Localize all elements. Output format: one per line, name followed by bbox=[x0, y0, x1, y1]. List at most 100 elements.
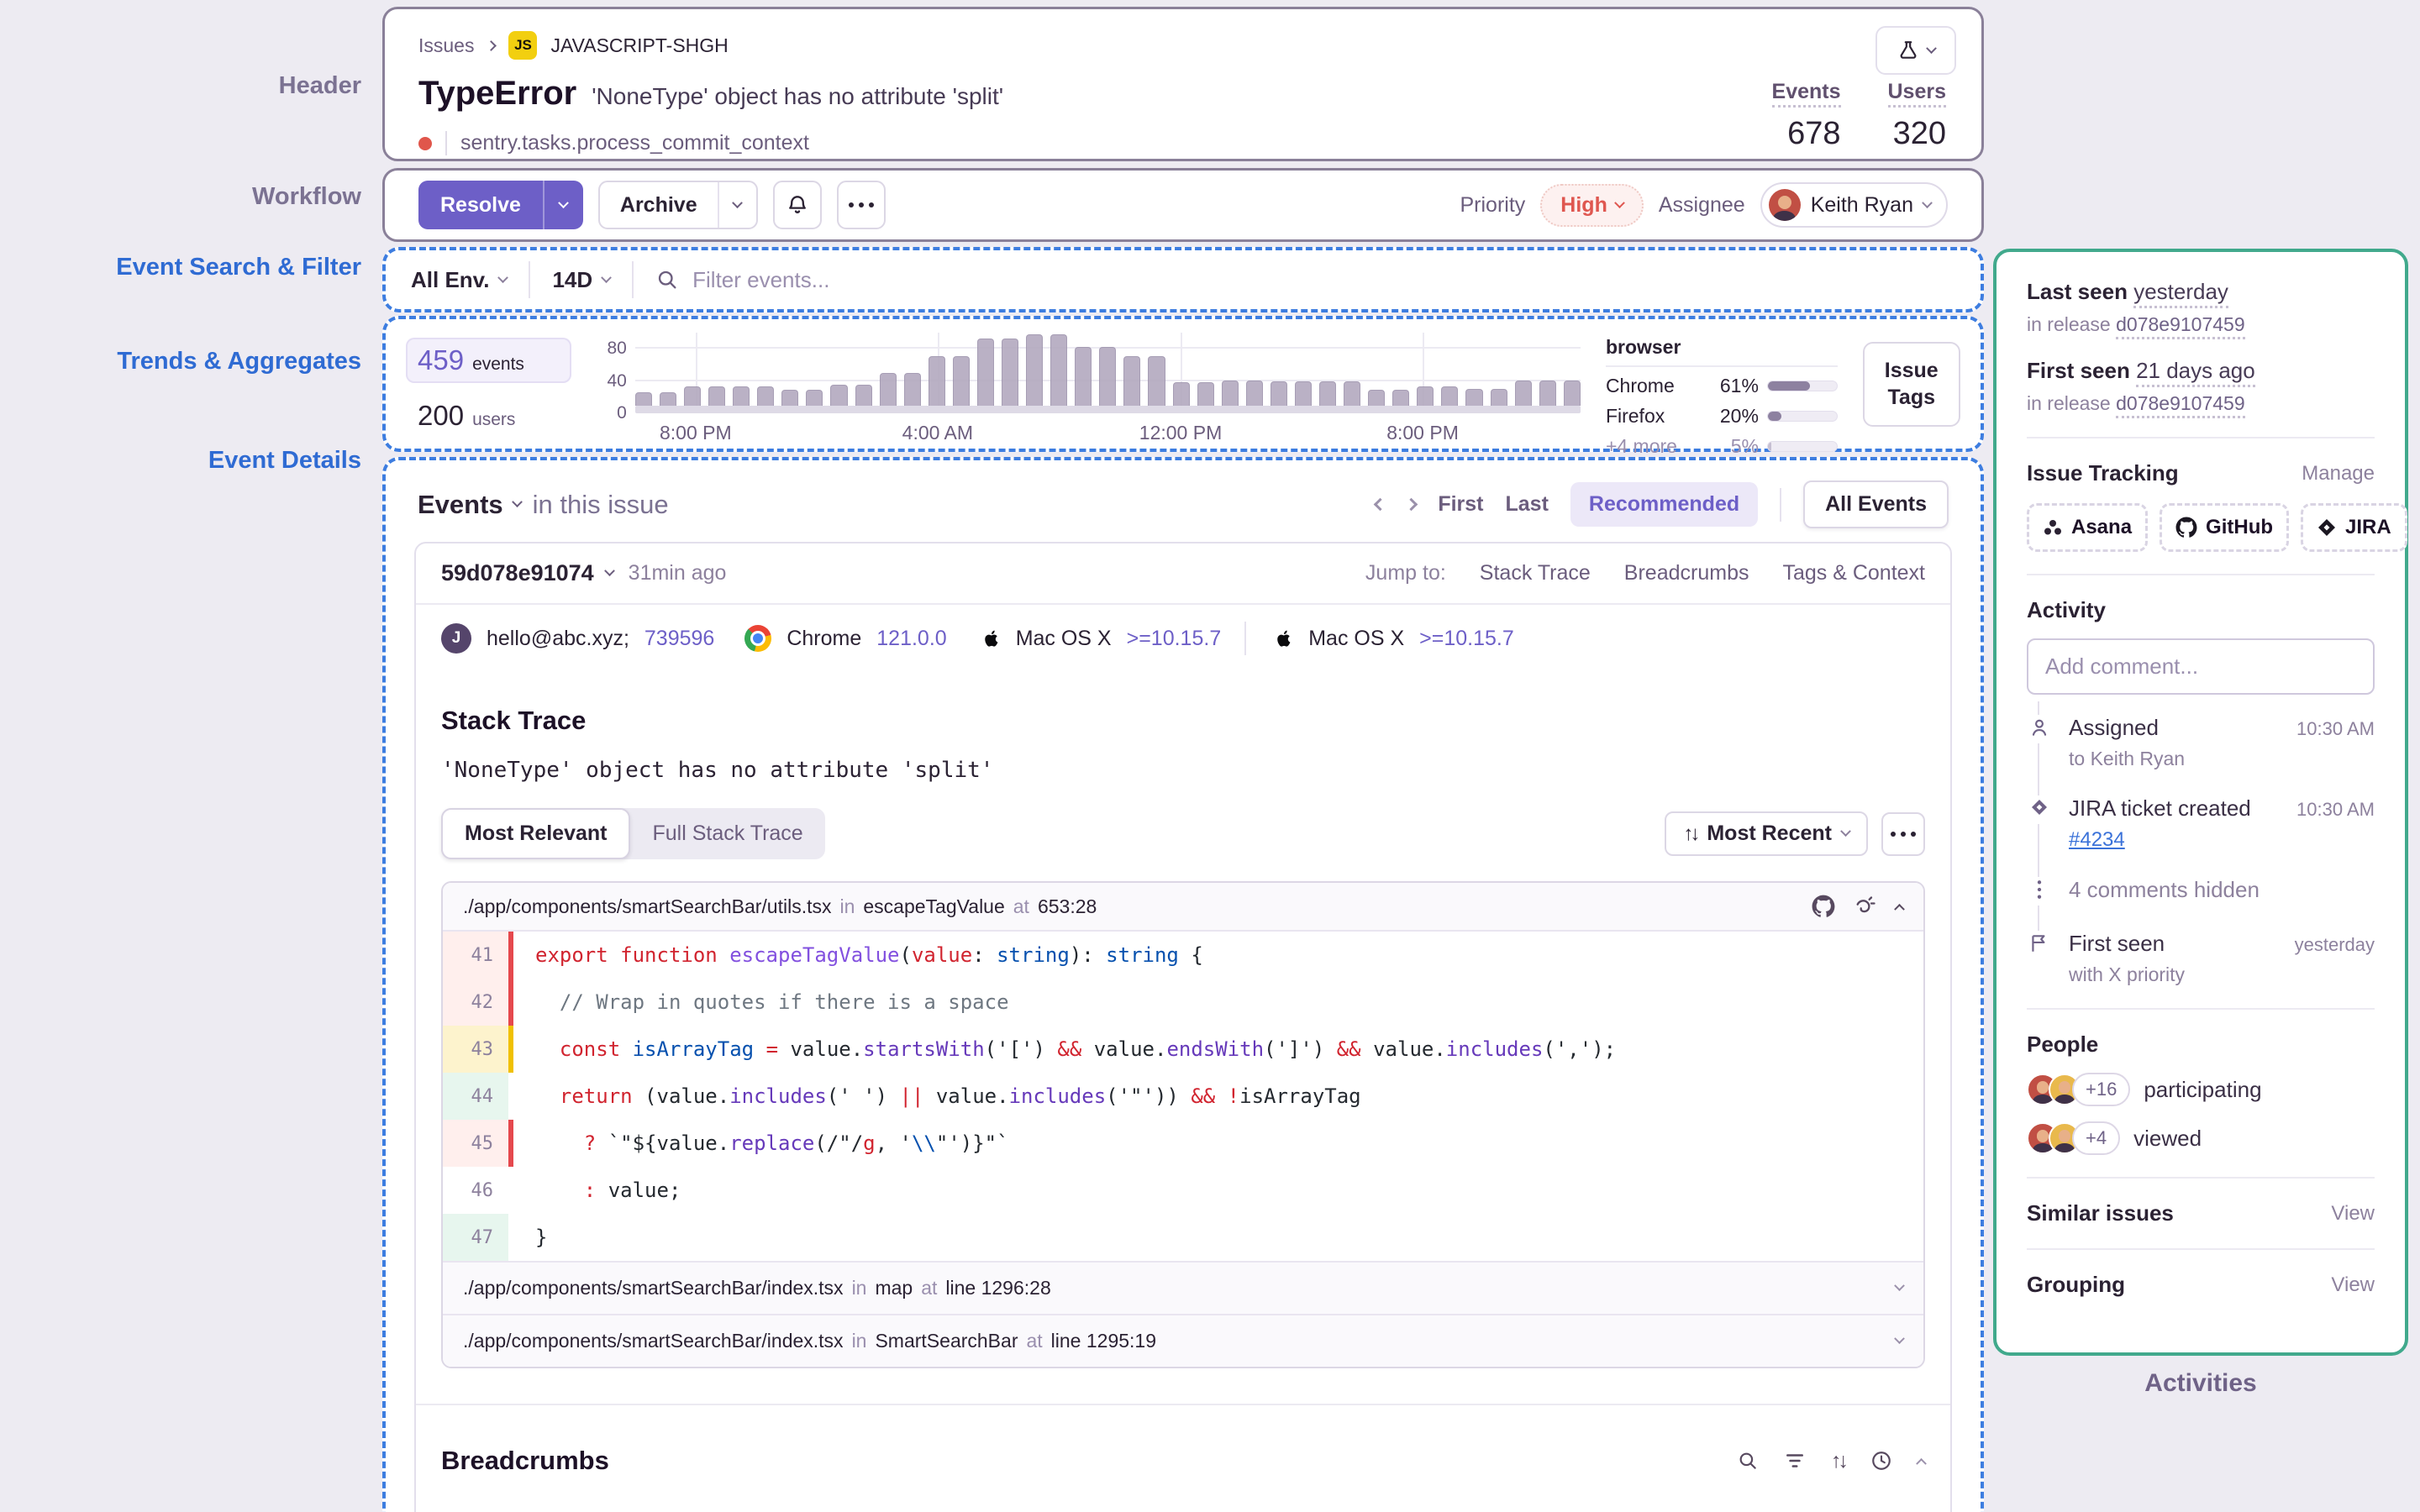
jump-link-tags-context[interactable]: Tags & Context bbox=[1782, 561, 1925, 585]
users-stat-label[interactable]: Users bbox=[1887, 80, 1946, 108]
frame-header[interactable]: ./app/components/smartSearchBar/utils.ts… bbox=[443, 883, 1923, 932]
code-line: 43 const isArrayTag = value. startsWith ('… bbox=[443, 1026, 1923, 1073]
previous-event-button[interactable] bbox=[1374, 497, 1387, 512]
stack-trace-options-button[interactable] bbox=[1881, 811, 1925, 856]
issue-tags-button[interactable]: Issue Tags bbox=[1862, 341, 1961, 427]
collapsed-frame[interactable]: ./app/components/smartSearchBar/index.ts… bbox=[443, 1261, 1923, 1314]
recommended-event-toggle[interactable]: Recommended bbox=[1570, 482, 1759, 527]
history-clock-icon[interactable] bbox=[1870, 1450, 1892, 1472]
tab-full-stack-trace[interactable]: Full Stack Trace bbox=[630, 808, 824, 859]
collapse-section-icon[interactable] bbox=[1916, 1457, 1927, 1469]
x-tick-label: 4:00 AM bbox=[902, 422, 974, 444]
jira-icon bbox=[2317, 517, 2337, 538]
github-button[interactable]: GitHub bbox=[2160, 503, 2290, 552]
participants-count-pill[interactable]: +16 bbox=[2072, 1073, 2131, 1106]
last-event-button[interactable]: Last bbox=[1506, 492, 1549, 517]
filter-icon[interactable] bbox=[1784, 1450, 1806, 1472]
bar bbox=[683, 386, 702, 406]
archive-button[interactable]: Archive bbox=[597, 181, 758, 229]
bar bbox=[1148, 355, 1165, 406]
bell-icon bbox=[786, 193, 809, 217]
manage-link[interactable]: Manage bbox=[2302, 462, 2375, 486]
os-version: >=10.15.7 bbox=[1126, 626, 1222, 650]
sort-icon[interactable]: ↑↓ bbox=[1831, 1449, 1849, 1473]
divider bbox=[2027, 437, 2375, 438]
fix-suggestion-icon[interactable] bbox=[1854, 895, 1877, 918]
tab-most-relevant[interactable]: Most Relevant bbox=[441, 808, 631, 859]
event-search-filter-bar: All Env. 14D bbox=[382, 247, 1984, 312]
divider bbox=[2027, 574, 2375, 575]
first-seen-value[interactable]: 21 days ago bbox=[2136, 358, 2255, 387]
chevron-down-icon bbox=[1922, 197, 1933, 208]
os2-name: Mac OS X bbox=[1308, 626, 1405, 650]
priority-dropdown[interactable]: High bbox=[1540, 183, 1644, 227]
search-icon[interactable] bbox=[1737, 1450, 1759, 1472]
bar bbox=[1075, 347, 1092, 406]
events-bar-chart: 0 40 80 8:00 PM 4:00 AM 12:00 PM 8:00 PM bbox=[597, 333, 1581, 444]
event-id-dropdown[interactable]: 59d078e91074 bbox=[441, 560, 615, 586]
first-event-button[interactable]: First bbox=[1438, 492, 1483, 517]
github-icon[interactable] bbox=[1812, 895, 1835, 918]
subscribe-bell-button[interactable] bbox=[772, 181, 822, 229]
divider bbox=[2027, 1177, 2375, 1179]
browser-breakdown-row[interactable]: Chrome 61% bbox=[1606, 375, 1838, 397]
code-text: export function escapeTagValue(value: st… bbox=[535, 943, 1203, 967]
browser-breakdown-row[interactable]: +4 more 5% bbox=[1606, 435, 1838, 458]
frame-in-word: in bbox=[851, 1277, 867, 1299]
jira-button[interactable]: JIRA bbox=[2301, 503, 2407, 552]
sort-order-dropdown[interactable]: ↑↓ Most Recent bbox=[1665, 811, 1868, 856]
user-email[interactable]: hello@abc.xyz; bbox=[487, 627, 629, 651]
date-range-selector[interactable]: 14D bbox=[552, 267, 613, 293]
events-section-title[interactable]: Events bbox=[418, 490, 503, 520]
users-count-toggle[interactable]: 200 users bbox=[406, 393, 571, 438]
annotation-workflow: Workflow bbox=[252, 183, 361, 210]
archive-dropdown-button[interactable] bbox=[717, 182, 756, 228]
line-number: 45 bbox=[443, 1120, 508, 1167]
last-seen-release-link[interactable]: d078e9107459 bbox=[2116, 313, 2245, 339]
asana-button[interactable]: Asana bbox=[2027, 503, 2149, 552]
release-prefix: in release bbox=[2027, 313, 2111, 335]
all-events-button[interactable]: All Events bbox=[1803, 480, 1949, 528]
trends-aggregates: 459 events 200 users 0 40 80 8:00 PM 4:00 A… bbox=[382, 316, 1984, 457]
browser-breakdown-title: browser bbox=[1605, 336, 1838, 367]
experiment-flask-button[interactable] bbox=[1876, 26, 1956, 75]
activity-item-comments-hidden[interactable]: 4 comments hidden bbox=[2027, 877, 2375, 906]
add-comment-input[interactable] bbox=[2027, 638, 2375, 695]
first-seen-release-link[interactable]: d078e9107459 bbox=[2116, 392, 2245, 418]
browser-breakdown-row[interactable]: Firefox 20% bbox=[1606, 405, 1838, 428]
jump-link-stack-trace[interactable]: Stack Trace bbox=[1480, 561, 1591, 585]
last-seen-value[interactable]: yesterday bbox=[2133, 279, 2228, 308]
events-stat-label[interactable]: Events bbox=[1771, 80, 1841, 108]
environment-value: All Env. bbox=[411, 266, 490, 292]
resolve-dropdown-button[interactable] bbox=[542, 181, 583, 229]
jira-ticket-link[interactable]: #4234 bbox=[2069, 828, 2125, 852]
asana-label: Asana bbox=[2071, 516, 2133, 538]
assignee-dropdown[interactable]: Keith Ryan bbox=[1760, 182, 1948, 228]
resolve-button[interactable]: Resolve bbox=[418, 181, 583, 229]
user-id[interactable]: 739596 bbox=[644, 627, 714, 651]
jump-link-breadcrumbs[interactable]: Breadcrumbs bbox=[1624, 561, 1749, 585]
tag-bar bbox=[1766, 411, 1838, 422]
next-event-button[interactable] bbox=[1405, 497, 1418, 512]
more-actions-button[interactable] bbox=[836, 181, 886, 229]
filter-events-input[interactable] bbox=[692, 266, 1955, 293]
environment-selector[interactable]: All Env. bbox=[411, 266, 509, 293]
breadcrumb-issues-link[interactable]: Issues bbox=[418, 34, 474, 57]
bar bbox=[928, 355, 945, 406]
bar bbox=[708, 386, 726, 406]
code-text: const isArrayTag = value. startsWith ('[')… bbox=[559, 1037, 1617, 1061]
viewers-count-pill[interactable]: +4 bbox=[2072, 1121, 2121, 1155]
collapsed-frame[interactable]: ./app/components/smartSearchBar/index.ts… bbox=[443, 1314, 1923, 1367]
grouping-view-link[interactable]: View bbox=[2331, 1273, 2375, 1297]
similar-issues-view-link[interactable]: View bbox=[2331, 1202, 2375, 1226]
tag-name: Chrome bbox=[1605, 375, 1675, 396]
breadcrumb-separator-icon bbox=[486, 39, 497, 51]
activity-item-first-seen: First seen yesterday with X priority bbox=[2027, 931, 2375, 986]
breadcrumb-project[interactable]: JAVASCRIPT-SHGH bbox=[550, 34, 728, 57]
chart-plot-area bbox=[634, 333, 1581, 413]
events-count-toggle[interactable]: 459 events bbox=[406, 338, 571, 383]
collapse-frame-icon[interactable] bbox=[1894, 903, 1905, 915]
stack-trace-heading: Stack Trace bbox=[441, 706, 587, 735]
chevron-down-icon bbox=[1613, 197, 1625, 208]
bar bbox=[1099, 347, 1117, 406]
